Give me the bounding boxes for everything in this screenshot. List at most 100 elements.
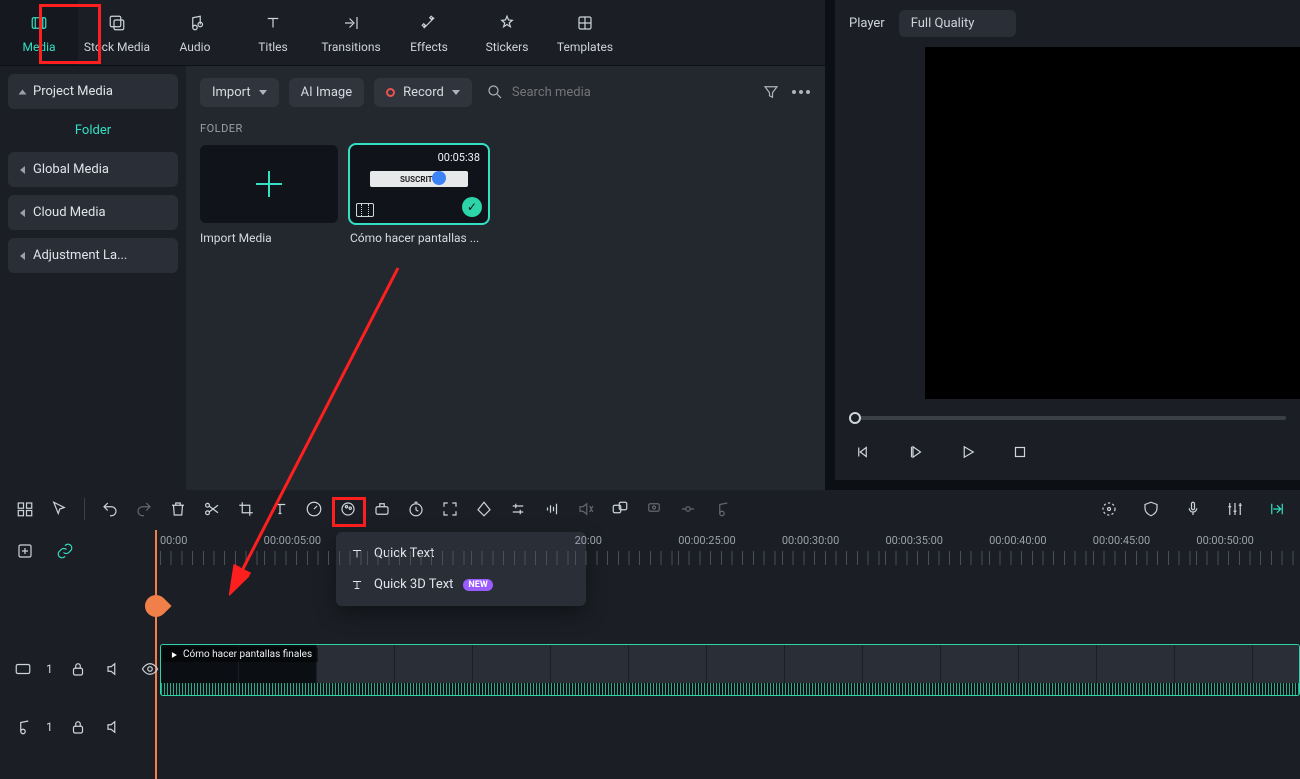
caret-down-icon — [19, 89, 27, 94]
mixer-icon[interactable] — [1224, 498, 1246, 520]
import-media-tile[interactable]: Import Media — [200, 145, 338, 245]
timeline-ruler[interactable]: 00:00 00:00:05:00 20:00 00:00:25:00 00:0… — [0, 534, 1300, 547]
play-button[interactable] — [957, 441, 979, 463]
tab-label: Effects — [410, 40, 448, 54]
speed-icon[interactable] — [303, 498, 325, 520]
fit-icon[interactable] — [439, 498, 461, 520]
split-icon[interactable] — [201, 498, 223, 520]
titles-icon — [262, 12, 284, 34]
tab-effects[interactable]: Effects — [390, 0, 468, 65]
player-viewport[interactable] — [925, 47, 1300, 399]
stop-button[interactable] — [1009, 441, 1031, 463]
mute-track-icon[interactable] — [103, 658, 125, 680]
tile-caption: Import Media — [200, 231, 338, 245]
timeline-toolbar — [0, 490, 1300, 528]
tab-label: Stock Media — [84, 40, 150, 54]
quality-dropdown[interactable]: Full Quality — [899, 10, 1017, 37]
track-manager-icon[interactable] — [14, 498, 36, 520]
video-clip[interactable]: Cómo hacer pantallas finales — [160, 644, 1300, 696]
import-label: Import — [212, 85, 251, 100]
caret-right-icon — [20, 252, 25, 260]
seek-bar[interactable] — [849, 413, 1286, 423]
sidebar-global-media[interactable]: Global Media — [8, 152, 178, 187]
ai-image-button[interactable]: AI Image — [289, 78, 364, 107]
mute-icon[interactable] — [677, 498, 699, 520]
track-index: 1 — [46, 720, 53, 734]
text-tool-icon[interactable] — [269, 498, 291, 520]
tab-media[interactable]: Media — [0, 0, 78, 65]
marker-icon[interactable] — [473, 498, 495, 520]
mute-track-icon[interactable] — [103, 716, 125, 738]
lock-icon[interactable] — [67, 658, 89, 680]
tab-stickers[interactable]: Stickers — [468, 0, 546, 65]
tab-label: Transitions — [321, 40, 380, 54]
record-vo-icon[interactable] — [643, 498, 665, 520]
sidebar-item-label: Project Media — [33, 84, 113, 99]
detach-audio-icon[interactable] — [575, 498, 597, 520]
adjust-icon[interactable] — [507, 498, 529, 520]
tab-label: Media — [22, 40, 55, 54]
delete-icon[interactable] — [167, 498, 189, 520]
record-icon — [386, 88, 395, 97]
seek-track — [855, 416, 1286, 420]
color-icon[interactable] — [337, 498, 359, 520]
shield-icon[interactable] — [1140, 498, 1162, 520]
lock-icon[interactable] — [67, 716, 89, 738]
sidebar-cloud-media[interactable]: Cloud Media — [8, 195, 178, 230]
undo-icon[interactable] — [99, 498, 121, 520]
crop-icon[interactable] — [235, 498, 257, 520]
tab-label: Templates — [557, 40, 613, 54]
effects-icon — [418, 12, 440, 34]
render-preview-icon[interactable] — [1098, 498, 1120, 520]
group-icon[interactable] — [609, 498, 631, 520]
sidebar-folder-link[interactable]: Folder — [8, 123, 178, 138]
redo-icon[interactable] — [133, 498, 155, 520]
duration-icon[interactable] — [405, 498, 427, 520]
tab-templates[interactable]: Templates — [546, 0, 624, 65]
player-header: Player Full Quality — [835, 0, 1300, 47]
tab-titles[interactable]: Titles — [234, 0, 312, 65]
voiceover-icon[interactable] — [1182, 498, 1204, 520]
prev-frame-button[interactable] — [853, 441, 875, 463]
music-link-icon[interactable] — [711, 498, 733, 520]
transitions-icon — [340, 12, 362, 34]
tab-audio[interactable]: Audio — [156, 0, 234, 65]
more-icon[interactable] — [791, 82, 811, 102]
stock-icon — [106, 12, 128, 34]
filter-icon[interactable] — [761, 82, 781, 102]
track-index: 1 — [46, 662, 53, 676]
like-icon — [432, 171, 446, 185]
link-icon[interactable] — [54, 540, 76, 562]
clip-title: Cómo hacer pantallas finales — [163, 647, 318, 662]
video-track-icon — [14, 660, 32, 678]
tab-transitions[interactable]: Transitions — [312, 0, 390, 65]
timeline-panel: Quick Text Quick 3D Text NEW 00:00 00:00… — [0, 490, 1300, 779]
chevron-down-icon — [259, 90, 267, 95]
search-input[interactable] — [512, 85, 747, 100]
browser-toolbar: Import AI Image Record — [186, 66, 825, 118]
eq-icon[interactable] — [541, 498, 563, 520]
video-lane[interactable]: Cómo hacer pantallas finales — [160, 644, 1300, 696]
visibility-icon[interactable] — [139, 658, 161, 680]
auto-ripple-icon[interactable] — [1266, 498, 1288, 520]
film-icon — [356, 203, 374, 217]
add-track-icon[interactable] — [14, 540, 36, 562]
templates-icon — [574, 12, 596, 34]
keyframe-icon[interactable] — [371, 498, 393, 520]
record-dropdown[interactable]: Record — [374, 78, 472, 107]
sidebar-adjustment-layer[interactable]: Adjustment La... — [8, 238, 178, 273]
select-tool-icon[interactable] — [48, 498, 70, 520]
import-dropdown[interactable]: Import — [200, 78, 279, 107]
tab-stock-media[interactable]: Stock Media — [78, 0, 156, 65]
section-label: FOLDER — [186, 118, 825, 145]
play-pause-button[interactable] — [905, 441, 927, 463]
tab-label: Audio — [180, 40, 211, 54]
media-clip-tile[interactable]: 00:05:38 SUSCRITO ✓ Cómo hacer pantallas… — [350, 145, 488, 245]
search-field[interactable] — [482, 76, 751, 108]
sidebar-item-label: Cloud Media — [33, 205, 106, 220]
seek-knob[interactable] — [849, 412, 861, 424]
chevron-down-icon — [452, 90, 460, 95]
media-browser: Import AI Image Record FOLDER Import M — [186, 66, 825, 546]
caret-right-icon — [20, 166, 25, 174]
sidebar-project-media[interactable]: Project Media — [8, 74, 178, 109]
